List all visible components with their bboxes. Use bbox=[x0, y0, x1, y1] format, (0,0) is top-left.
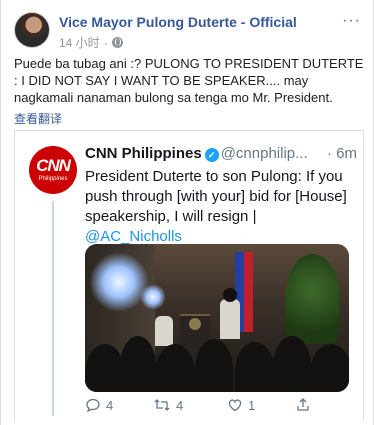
tweet-actions: 4 4 1 bbox=[85, 397, 357, 417]
reply-count: 4 bbox=[106, 397, 114, 413]
facebook-post: Vice Mayor Pulong Duterte - Official 14 … bbox=[0, 0, 374, 425]
share-icon bbox=[297, 398, 309, 411]
more-icon[interactable]: ··· bbox=[342, 12, 361, 30]
page-name-link[interactable]: Vice Mayor Pulong Duterte - Official bbox=[59, 14, 297, 30]
photo-audience bbox=[195, 339, 233, 392]
post-text: Puede ba tubag ani :? PULONG TO PRESIDEN… bbox=[14, 56, 364, 105]
cnn-philippines-avatar[interactable]: CNN Philippines bbox=[29, 146, 77, 194]
retweet-icon bbox=[154, 399, 170, 411]
see-translation-link[interactable]: 查看翻译 bbox=[14, 110, 62, 127]
page-avatar[interactable] bbox=[14, 12, 50, 48]
tweet-text: President Duterte to son Pulong: If you … bbox=[85, 167, 357, 247]
photo-audience bbox=[273, 336, 311, 392]
tweet-photo[interactable] bbox=[85, 244, 349, 392]
reply-icon bbox=[86, 398, 100, 413]
photo-audience bbox=[155, 344, 195, 392]
tweet-mention-link[interactable]: @AC_Nicholls bbox=[85, 228, 182, 245]
cnn-logo-subtext: Philippines bbox=[38, 176, 68, 182]
like-button[interactable]: 1 bbox=[227, 397, 255, 413]
photo-audience bbox=[310, 344, 349, 392]
retweet-button[interactable]: 4 bbox=[153, 397, 183, 413]
verified-icon: ✓ bbox=[204, 148, 219, 162]
photo-stage-light bbox=[140, 284, 166, 310]
tweet-author-row: CNN Philippines ✓ @cnnphilip... · 6m bbox=[85, 145, 357, 162]
globe-icon bbox=[111, 37, 123, 48]
photo-audience bbox=[235, 342, 275, 392]
photo-plant bbox=[285, 254, 340, 344]
tweet-author-handle[interactable]: @cnnphilip... bbox=[221, 145, 308, 162]
reply-button[interactable]: 4 bbox=[85, 397, 113, 413]
photo-stage-light bbox=[89, 252, 149, 312]
tweet-timestamp[interactable]: · 6m bbox=[325, 145, 357, 162]
post-meta: 14 小时 · bbox=[59, 34, 123, 51]
tweet-author-name[interactable]: CNN Philippines bbox=[85, 145, 202, 162]
like-icon bbox=[228, 399, 242, 412]
photo-attendee bbox=[155, 316, 173, 346]
embedded-tweet-card[interactable]: CNN Philippines CNN Philippines ✓ @cnnphil… bbox=[14, 130, 364, 422]
cnn-logo-text: CNN bbox=[36, 156, 71, 175]
photo-seal bbox=[189, 318, 201, 330]
retweet-count: 4 bbox=[176, 397, 184, 413]
like-count: 1 bbox=[248, 397, 256, 413]
thread-line bbox=[52, 201, 54, 416]
photo-audience bbox=[120, 336, 156, 392]
tweet-body: President Duterte to son Pulong: If you … bbox=[85, 168, 347, 225]
photo-speaker-head bbox=[223, 288, 237, 302]
post-timestamp[interactable]: 14 小时 bbox=[59, 34, 100, 51]
post-header: Vice Mayor Pulong Duterte - Official 14 … bbox=[14, 12, 363, 52]
photo-speaker bbox=[220, 299, 240, 339]
share-button[interactable] bbox=[295, 397, 316, 413]
